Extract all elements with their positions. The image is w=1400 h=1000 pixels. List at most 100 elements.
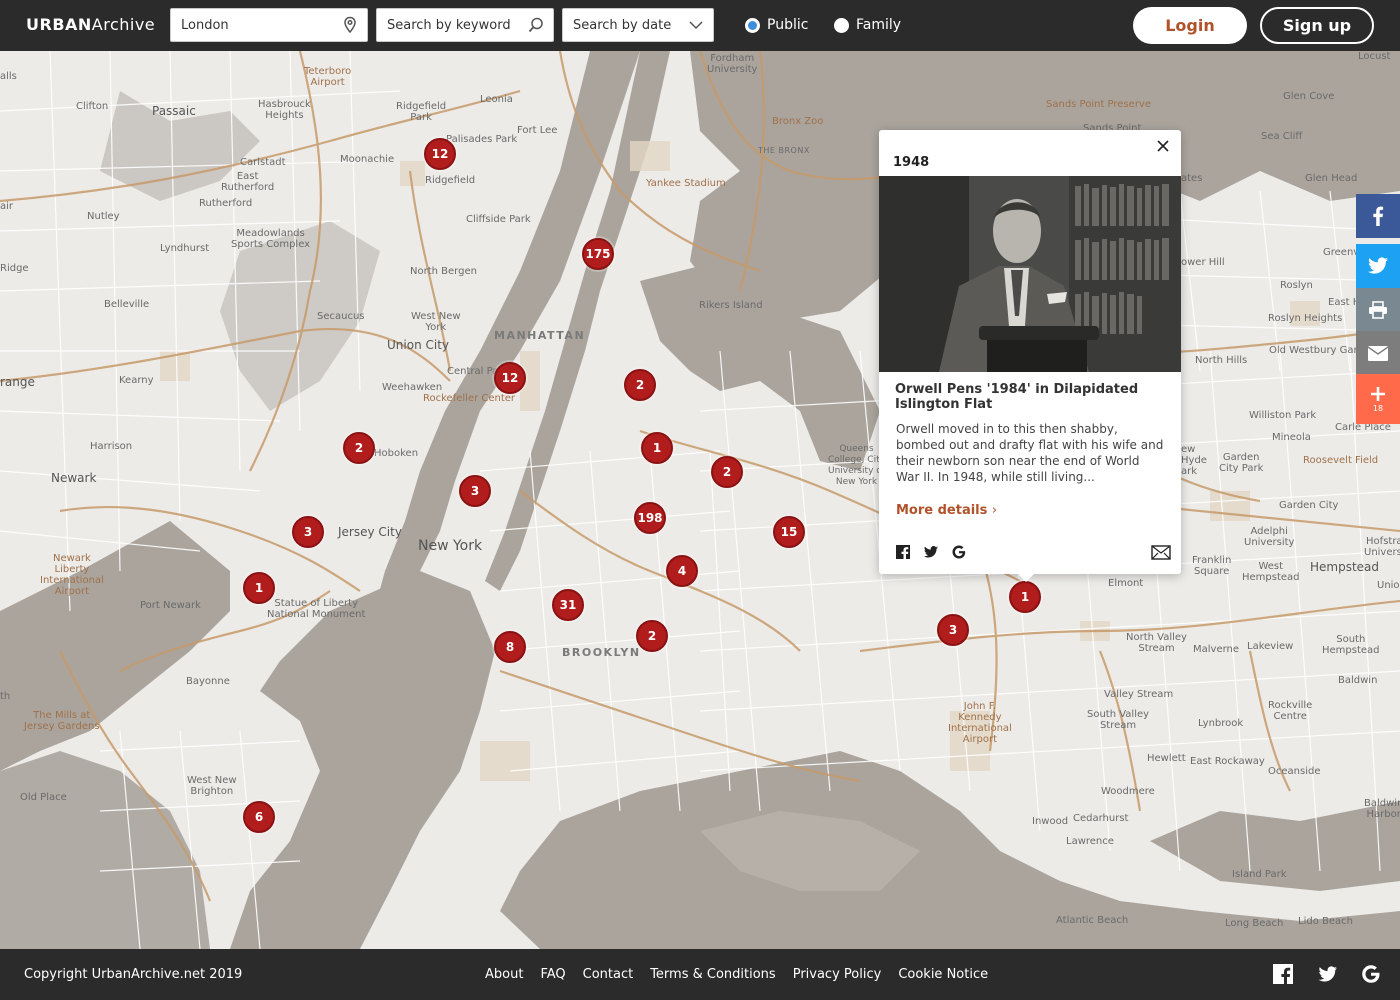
close-icon[interactable]: [1155, 138, 1171, 154]
popup-title[interactable]: Orwell Pens '1984' in Dilapidated Isling…: [895, 382, 1167, 412]
share-facebook-button[interactable]: [1356, 194, 1400, 238]
label-port-newark: Port Newark: [140, 600, 201, 611]
footer-link-cookies[interactable]: Cookie Notice: [898, 967, 988, 982]
popup-share-links: [895, 544, 967, 560]
facebook-icon[interactable]: [1272, 963, 1294, 985]
label-meadowlands: Meadowlands Sports Complex: [231, 228, 311, 250]
radio-family[interactable]: Family: [834, 16, 901, 34]
share-print-button[interactable]: [1356, 288, 1400, 332]
map-marker[interactable]: 2: [636, 620, 668, 652]
label-hempstead: Hempstead: [1310, 560, 1380, 574]
label-baldwin-harbor: Baldwin Harbor: [1364, 798, 1400, 820]
map-marker[interactable]: 2: [624, 369, 656, 401]
map-marker[interactable]: 3: [937, 614, 969, 646]
label-bayonne: Bayonne: [186, 676, 230, 687]
story-popup: 1948 Orwell Pens '1984' in Dilapidated I…: [879, 130, 1181, 582]
label-rutherford: Rutherford: [199, 198, 253, 209]
label-oceanside: Oceanside: [1268, 766, 1321, 777]
date-search-select[interactable]: Search by date: [562, 8, 714, 42]
label-north-bergen: North Bergen: [410, 266, 477, 277]
radio-family-dot[interactable]: [834, 17, 849, 33]
twitter-icon[interactable]: [923, 544, 939, 560]
signup-button[interactable]: Sign up: [1260, 7, 1374, 44]
label-jfk: John F. Kennedy International Airport: [948, 701, 1012, 745]
keyword-search-input[interactable]: Search by keyword: [376, 8, 554, 42]
label-new-york: New York: [418, 538, 483, 554]
map-marker[interactable]: 3: [459, 475, 491, 507]
label-new-hyde-park: ew Hyde ark: [1181, 444, 1207, 477]
date-placeholder: Search by date: [573, 18, 672, 33]
share-email-button[interactable]: [1356, 331, 1400, 375]
google-icon[interactable]: [951, 544, 967, 560]
more-details-link[interactable]: More details ›: [896, 503, 997, 518]
label-rockefeller: Rockefeller Center: [423, 393, 516, 404]
map-marker-selected[interactable]: 1: [1009, 581, 1041, 613]
label-williston: Williston Park: [1249, 410, 1317, 421]
map-marker[interactable]: 31: [552, 589, 584, 621]
print-icon: [1369, 301, 1387, 319]
map-marker[interactable]: 8: [494, 631, 526, 663]
footer-link-terms[interactable]: Terms & Conditions: [650, 967, 776, 982]
map-marker[interactable]: 3: [292, 516, 324, 548]
email-icon: [1368, 345, 1388, 361]
twitter-icon[interactable]: [1316, 963, 1338, 985]
label-glen-head: Glen Head: [1305, 173, 1358, 184]
map-marker[interactable]: 12: [424, 138, 456, 170]
map-marker[interactable]: 1: [641, 432, 673, 464]
label-glen-cove: Glen Cove: [1283, 91, 1335, 102]
footer-link-privacy[interactable]: Privacy Policy: [793, 967, 882, 982]
mail-icon[interactable]: [1151, 545, 1171, 560]
map-marker[interactable]: 2: [343, 432, 375, 464]
share-more-button[interactable]: 18: [1356, 374, 1400, 424]
label-north-valley: North Valley Stream: [1126, 632, 1187, 654]
label-hewlett: Hewlett: [1147, 753, 1186, 764]
facebook-icon: [1373, 206, 1384, 226]
label-rockville: Rockville Centre: [1268, 700, 1313, 722]
label-garden-city-park: Garden City Park: [1219, 452, 1264, 474]
map-marker[interactable]: 4: [666, 555, 698, 587]
map-marker[interactable]: 1: [243, 572, 275, 604]
popup-year: 1948: [893, 155, 930, 170]
label-woodmere: Woodmere: [1101, 786, 1155, 797]
label-alls: alls: [0, 71, 17, 82]
popup-pointer: [1017, 573, 1035, 582]
map-marker[interactable]: 6: [243, 801, 275, 833]
map-marker[interactable]: 2: [711, 456, 743, 488]
footer-social-icons: [1272, 963, 1382, 985]
label-th: th: [0, 691, 11, 702]
map-marker[interactable]: 175: [582, 238, 614, 270]
label-valley-stream: Valley Stream: [1104, 689, 1174, 700]
photo-image: [879, 176, 1181, 372]
twitter-icon: [1368, 257, 1388, 274]
label-malverne: Malverne: [1193, 644, 1240, 655]
popup-photo[interactable]: [879, 176, 1181, 372]
plus-icon: [1371, 386, 1385, 401]
label-long-beach: Long Beach: [1225, 918, 1284, 929]
footer-link-about[interactable]: About: [485, 967, 523, 982]
label-teterboro: Teterboro Airport: [304, 66, 352, 88]
location-input[interactable]: London: [170, 8, 368, 42]
label-nutley: Nutley: [87, 211, 120, 222]
footer-link-contact[interactable]: Contact: [583, 967, 634, 982]
label-cliffside: Cliffside Park: [466, 214, 531, 225]
label-mineola: Mineola: [1272, 432, 1311, 443]
label-inwood: Inwood: [1032, 816, 1069, 827]
label-leonia: Leonia: [480, 94, 513, 105]
share-twitter-button[interactable]: [1356, 244, 1400, 288]
login-button[interactable]: Login: [1133, 7, 1247, 44]
logo[interactable]: URBANArchive: [26, 15, 155, 34]
map-marker[interactable]: 12: [494, 362, 526, 394]
facebook-icon[interactable]: [895, 544, 911, 560]
footer-link-faq[interactable]: FAQ: [540, 967, 565, 982]
map-marker[interactable]: 198: [634, 502, 666, 534]
label-elmont: Elmont: [1108, 578, 1144, 589]
label-air: air: [0, 201, 14, 212]
label-ridge: Ridge: [0, 263, 29, 274]
google-icon[interactable]: [1360, 963, 1382, 985]
label-west-hempstead: West Hempstead: [1242, 561, 1300, 583]
label-jersey-city: Jersey City: [338, 525, 402, 539]
map-canvas[interactable]: Clifton Passaic Hasbrouck Heights Teterb…: [0, 51, 1400, 949]
map-marker[interactable]: 15: [773, 516, 805, 548]
radio-public[interactable]: Public: [745, 16, 808, 34]
radio-public-dot[interactable]: [745, 17, 760, 33]
